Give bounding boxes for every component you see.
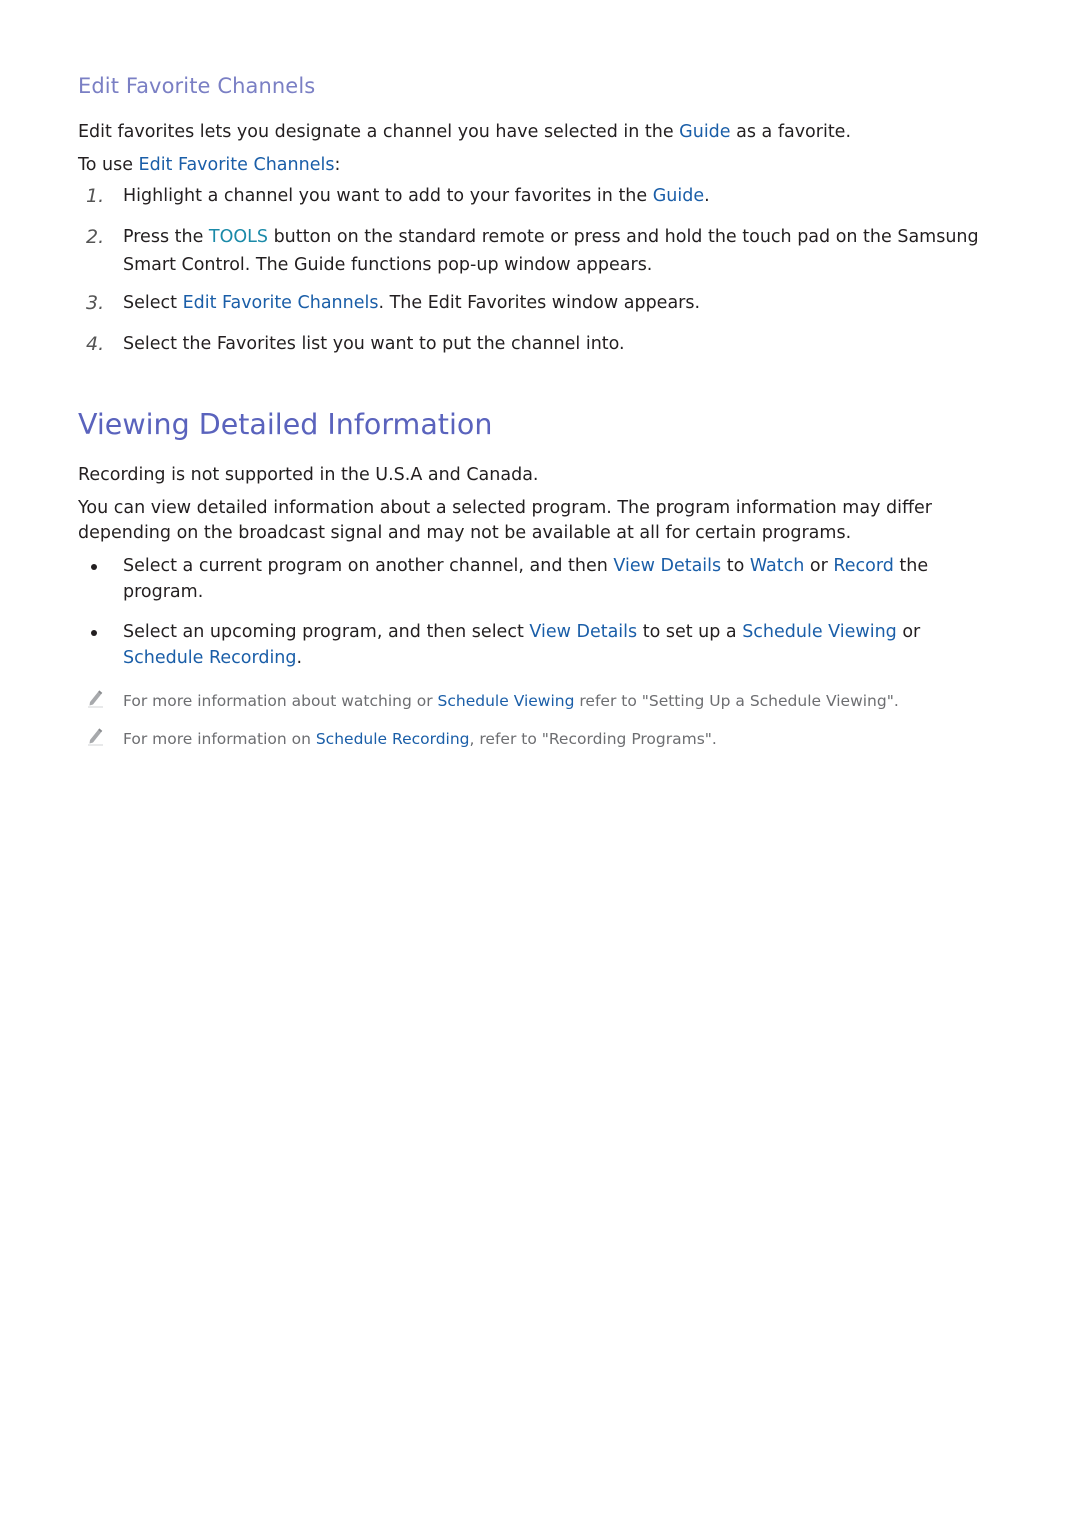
step-text: Select the Favorites list you want to pu… (123, 334, 625, 354)
step-text-line2: Smart Control. The Guide functions pop-u… (123, 255, 653, 275)
to-use-line: To use Edit Favorite Channels: (78, 153, 340, 178)
bullet-text-part: Select a current program on another chan… (123, 556, 614, 576)
note-text-post: refer to "Setting Up a Schedule Viewing"… (574, 692, 899, 710)
bullet-dot (91, 630, 97, 636)
record-link[interactable]: Record (833, 556, 893, 576)
section-heading-edit-favorite-channels: Edit Favorite Channels (78, 74, 316, 98)
step-text: Select Edit Favorite Channels. The Edit … (123, 289, 1023, 317)
guide-link[interactable]: Guide (679, 122, 730, 142)
note-text: For more information on Schedule Recordi… (123, 728, 717, 750)
edit-favorite-channels-link[interactable]: Edit Favorite Channels (183, 293, 379, 313)
description-paragraph: You can view detailed information about … (78, 496, 932, 546)
step-text-post: . The Edit Favorites window appears. (378, 293, 701, 313)
intro-text: Edit favorites lets you designate a chan… (78, 122, 680, 142)
pencil-icon (88, 690, 103, 708)
schedule-recording-link[interactable]: Schedule Recording (123, 648, 297, 668)
bullet-text-part: the (893, 556, 929, 576)
view-details-link[interactable]: View Details (529, 622, 637, 642)
description-line-1: You can view detailed information about … (78, 498, 932, 518)
bullet-text: Select an upcoming program, and then sel… (123, 620, 1003, 671)
step-text-post: . (704, 186, 710, 206)
schedule-viewing-link[interactable]: Schedule Viewing (438, 692, 575, 710)
intro-paragraph: Edit favorites lets you designate a chan… (78, 120, 851, 145)
intro-text-end: as a favorite. (730, 122, 852, 142)
view-details-link[interactable]: View Details (613, 556, 721, 576)
step-number: 3. (86, 292, 105, 314)
bullet-text-part: . (296, 647, 303, 668)
bullet-text-part: to set up a (637, 622, 743, 642)
step-text-pre: Select (123, 293, 183, 313)
watch-link[interactable]: Watch (750, 556, 804, 576)
bullet-text-part: or (896, 622, 921, 642)
note-text: For more information about watching or S… (123, 690, 899, 712)
step-number: 2. (86, 226, 105, 248)
step-text-pre: Highlight a channel you want to add to y… (123, 186, 653, 206)
guide-link[interactable]: Guide (653, 186, 704, 206)
bullet-text-line2: program. (123, 581, 204, 602)
note-text-pre: For more information on (123, 730, 316, 748)
section-heading-viewing-detailed-information: Viewing Detailed Information (78, 408, 493, 441)
tools-link[interactable]: TOOLS (209, 227, 268, 247)
bullet-text-part: to (721, 556, 750, 576)
to-use-colon: : (334, 155, 341, 175)
to-use-text: To use (78, 155, 139, 175)
recording-support-note: Recording is not supported in the U.S.A … (78, 465, 539, 485)
description-line-2: depending on the broadcast signal and ma… (78, 523, 852, 543)
step-number: 4. (86, 333, 105, 355)
step-text: Highlight a channel you want to add to y… (123, 182, 1023, 210)
step-number: 1. (86, 185, 105, 207)
edit-favorite-channels-link[interactable]: Edit Favorite Channels (139, 155, 335, 175)
schedule-viewing-link[interactable]: Schedule Viewing (742, 622, 897, 642)
pencil-icon (88, 728, 103, 746)
bullet-text-part: or (804, 556, 834, 576)
step-text: Press the TOOLS button on the standard r… (123, 223, 1023, 279)
bullet-text: Select a current program on another chan… (123, 554, 1003, 605)
step-text-post: button on the standard remote or press a… (268, 227, 979, 247)
bullet-dot (91, 564, 97, 570)
note-text-pre: For more information about watching or (123, 692, 438, 710)
note-text-post: , refer to "Recording Programs". (469, 730, 717, 748)
bullet-text-part: Select an upcoming program, and then sel… (123, 622, 530, 642)
step-text-pre: Press the (123, 227, 209, 247)
schedule-recording-link[interactable]: Schedule Recording (316, 730, 470, 748)
